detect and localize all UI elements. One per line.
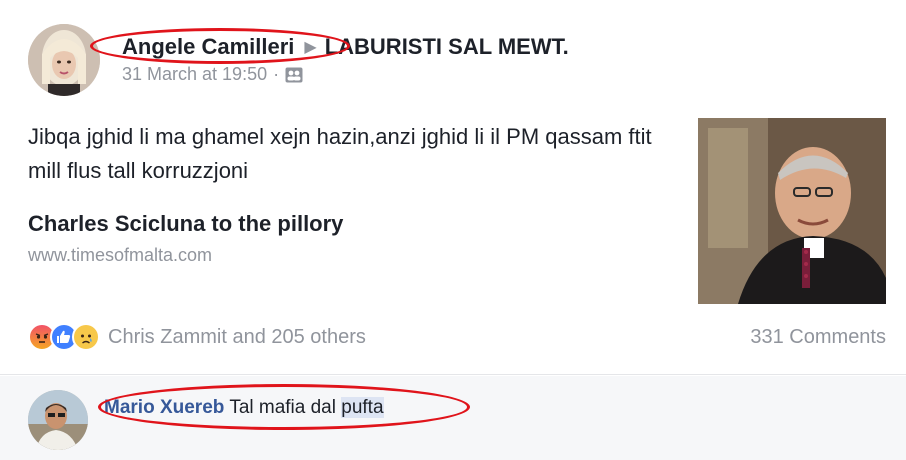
comment-text-highlight: pufta xyxy=(341,397,384,418)
post-body-text: Jibqa jghid li ma ghamel xejn hazin,anzi… xyxy=(28,124,652,183)
feed-post: Angele Camilleri ▶ LABURISTI SAL MEWT. 3… xyxy=(0,0,906,375)
post-meta: 31 March at 19:50 · xyxy=(122,64,303,85)
comment-author[interactable]: Mario Xuereb xyxy=(104,397,224,418)
meta-separator: · xyxy=(273,64,280,84)
commenter-avatar[interactable] xyxy=(28,390,88,450)
author-name[interactable]: Angele Camilleri xyxy=(122,34,294,60)
post-header: Angele Camilleri ▶ LABURISTI SAL MEWT. xyxy=(122,34,569,60)
group-audience-icon[interactable] xyxy=(285,67,303,83)
share-arrow-icon: ▶ xyxy=(304,39,317,56)
reaction-summary-text[interactable]: Chris Zammit and 205 others xyxy=(108,326,366,349)
group-name[interactable]: LABURISTI SAL MEWT. xyxy=(325,34,569,60)
comments-count-link[interactable]: 331 Comments xyxy=(750,326,886,349)
reaction-summary[interactable]: Chris Zammit and 205 others xyxy=(28,323,366,351)
comment-line: Mario Xuereb Tal mafia dal pufta xyxy=(104,397,384,419)
author-avatar[interactable] xyxy=(28,24,100,96)
post-timestamp[interactable]: 31 March at 19:50 xyxy=(122,64,267,85)
comment-text: Tal mafia dal xyxy=(229,397,336,418)
link-domain[interactable]: www.timesofmalta.com xyxy=(28,245,212,266)
sad-reaction-icon[interactable] xyxy=(72,323,100,351)
comment-section: Mario Xuereb Tal mafia dal pufta xyxy=(0,376,906,460)
link-title[interactable]: Charles Scicluna to the pillory xyxy=(28,211,343,237)
link-thumbnail-image[interactable] xyxy=(698,118,886,304)
